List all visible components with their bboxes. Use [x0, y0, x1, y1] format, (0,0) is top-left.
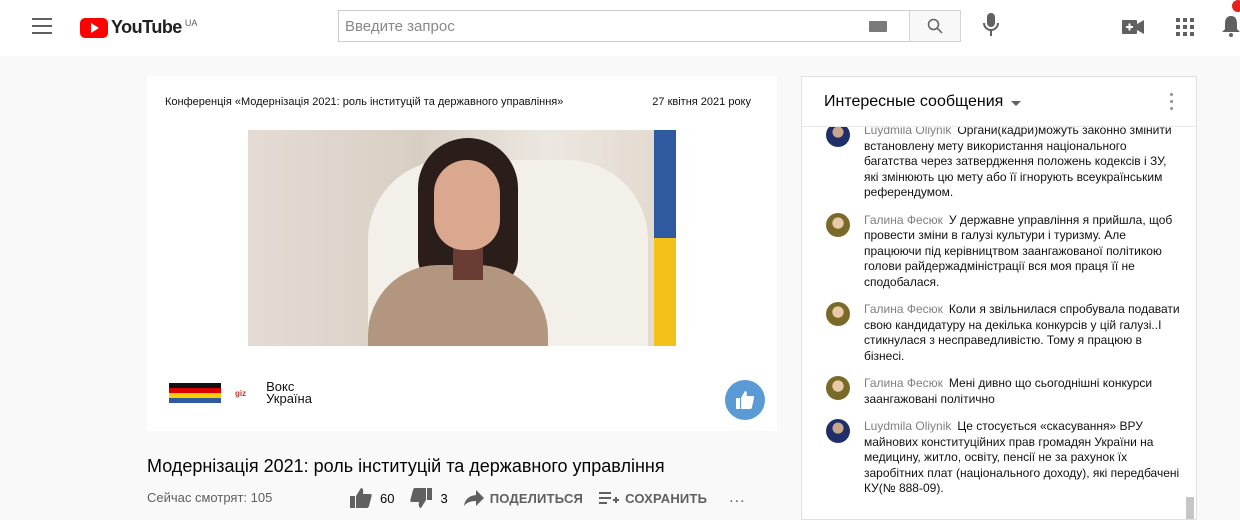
notifications-bell-icon[interactable]	[1222, 15, 1240, 37]
message-author[interactable]: Luydmila Oliynik	[864, 419, 951, 433]
conference-title: Конференція «Модернізація 2021: роль інс…	[165, 96, 564, 108]
create-video-icon[interactable]	[1122, 18, 1144, 36]
avatar[interactable]	[826, 302, 850, 326]
dislike-button[interactable]: 3	[410, 488, 448, 508]
chat-message: Luydmila Oliynik Це стосується «скасуванн…	[802, 415, 1182, 501]
like-count: 60	[380, 490, 395, 506]
vox-line-2: Україна	[266, 391, 312, 406]
avatar[interactable]	[826, 419, 850, 443]
keyboard-icon[interactable]	[869, 21, 887, 32]
message-author[interactable]: Галина Фесюк	[864, 302, 943, 316]
share-label: ПОДЕЛИТЬСЯ	[489, 490, 584, 506]
video-title: Модернізація 2021: роль інституцій та де…	[147, 456, 665, 476]
share-button[interactable]: ПОДЕЛИТЬСЯ	[463, 490, 584, 506]
live-chat-panel: Интересные сообщения Luydmila Oliynik Орг…	[801, 76, 1197, 520]
chevron-down-icon	[1011, 100, 1022, 106]
video-actions: 60 3 ПОДЕЛИТЬСЯ СОХРАНИТЬ ...	[350, 488, 746, 508]
message-author[interactable]: Галина Фесюк	[864, 213, 943, 227]
video-player[interactable]: Конференція «Модернізація 2021: роль інс…	[147, 76, 777, 431]
apps-grid-icon[interactable]	[1176, 18, 1194, 36]
vox-ukraine-logo: Вокс Україна	[266, 380, 312, 406]
avatar[interactable]	[826, 127, 850, 147]
chat-message: Галина Фесюк Коли я звільнилася спробувал…	[802, 298, 1182, 368]
message-text: Органи(кадри)можуть законно змінити вста…	[864, 127, 1172, 199]
message-author[interactable]: Галина Фесюк	[864, 376, 943, 390]
dislike-count: 3	[440, 490, 448, 506]
chat-header: Интересные сообщения	[802, 77, 1196, 127]
youtube-logo[interactable]: YouTube UA	[80, 17, 197, 38]
add-to-playlist-icon	[599, 492, 620, 504]
chat-title: Интересные сообщения	[824, 93, 1004, 110]
chat-scrollbar[interactable]	[1186, 497, 1194, 519]
ukraine-flag	[654, 130, 676, 238]
save-label: СОХРАНИТЬ	[625, 490, 708, 506]
live-viewers-count: Сейчас смотрят: 105	[147, 490, 273, 505]
giz-logo: giz	[235, 388, 247, 398]
chat-message: Галина Фесюк Мені дивно що сьогоднішні ко…	[802, 372, 1182, 411]
avatar[interactable]	[826, 376, 850, 400]
microphone-icon[interactable]	[981, 12, 1001, 38]
logo-text: YouTube	[111, 17, 182, 37]
more-actions-button[interactable]: ...	[729, 489, 745, 507]
conference-date: 27 квітня 2021 року	[652, 96, 751, 108]
like-button[interactable]: 60	[350, 488, 394, 508]
chat-messages-list[interactable]: Luydmila Oliynik Органи(кадри)можуть зако…	[802, 127, 1196, 519]
hamburger-menu-icon[interactable]	[32, 18, 52, 34]
thumbs-up-icon	[350, 488, 372, 508]
youtube-play-icon	[80, 17, 108, 38]
speaker-video-frame	[248, 130, 676, 346]
country-code: UA	[184, 17, 198, 28]
partner-logos: giz Вокс Україна	[169, 380, 312, 406]
germany-ukraine-logo	[169, 383, 221, 403]
message-author[interactable]: Luydmila Oliynik	[864, 127, 951, 137]
reaction-like-bubble[interactable]	[725, 380, 765, 420]
share-arrow-icon	[463, 490, 484, 506]
thumbs-up-icon	[736, 391, 755, 409]
search-box	[338, 10, 911, 42]
avatar[interactable]	[826, 212, 850, 237]
search-button[interactable]	[909, 10, 961, 42]
search-icon	[927, 18, 943, 34]
chat-mode-dropdown[interactable]: Интересные сообщения	[824, 93, 1022, 111]
chat-message: Галина Фесюк У державне управління я прий…	[802, 209, 1182, 295]
notification-badge	[1232, 0, 1240, 12]
top-bar: YouTube UA	[0, 0, 1240, 56]
chat-more-options-icon[interactable]	[1170, 93, 1174, 111]
thumbs-down-icon	[410, 488, 433, 508]
save-button[interactable]: СОХРАНИТЬ	[599, 490, 707, 506]
search-input[interactable]	[339, 11, 849, 41]
chat-message: Luydmila Oliynik Органи(кадри)можуть зако…	[802, 127, 1182, 205]
